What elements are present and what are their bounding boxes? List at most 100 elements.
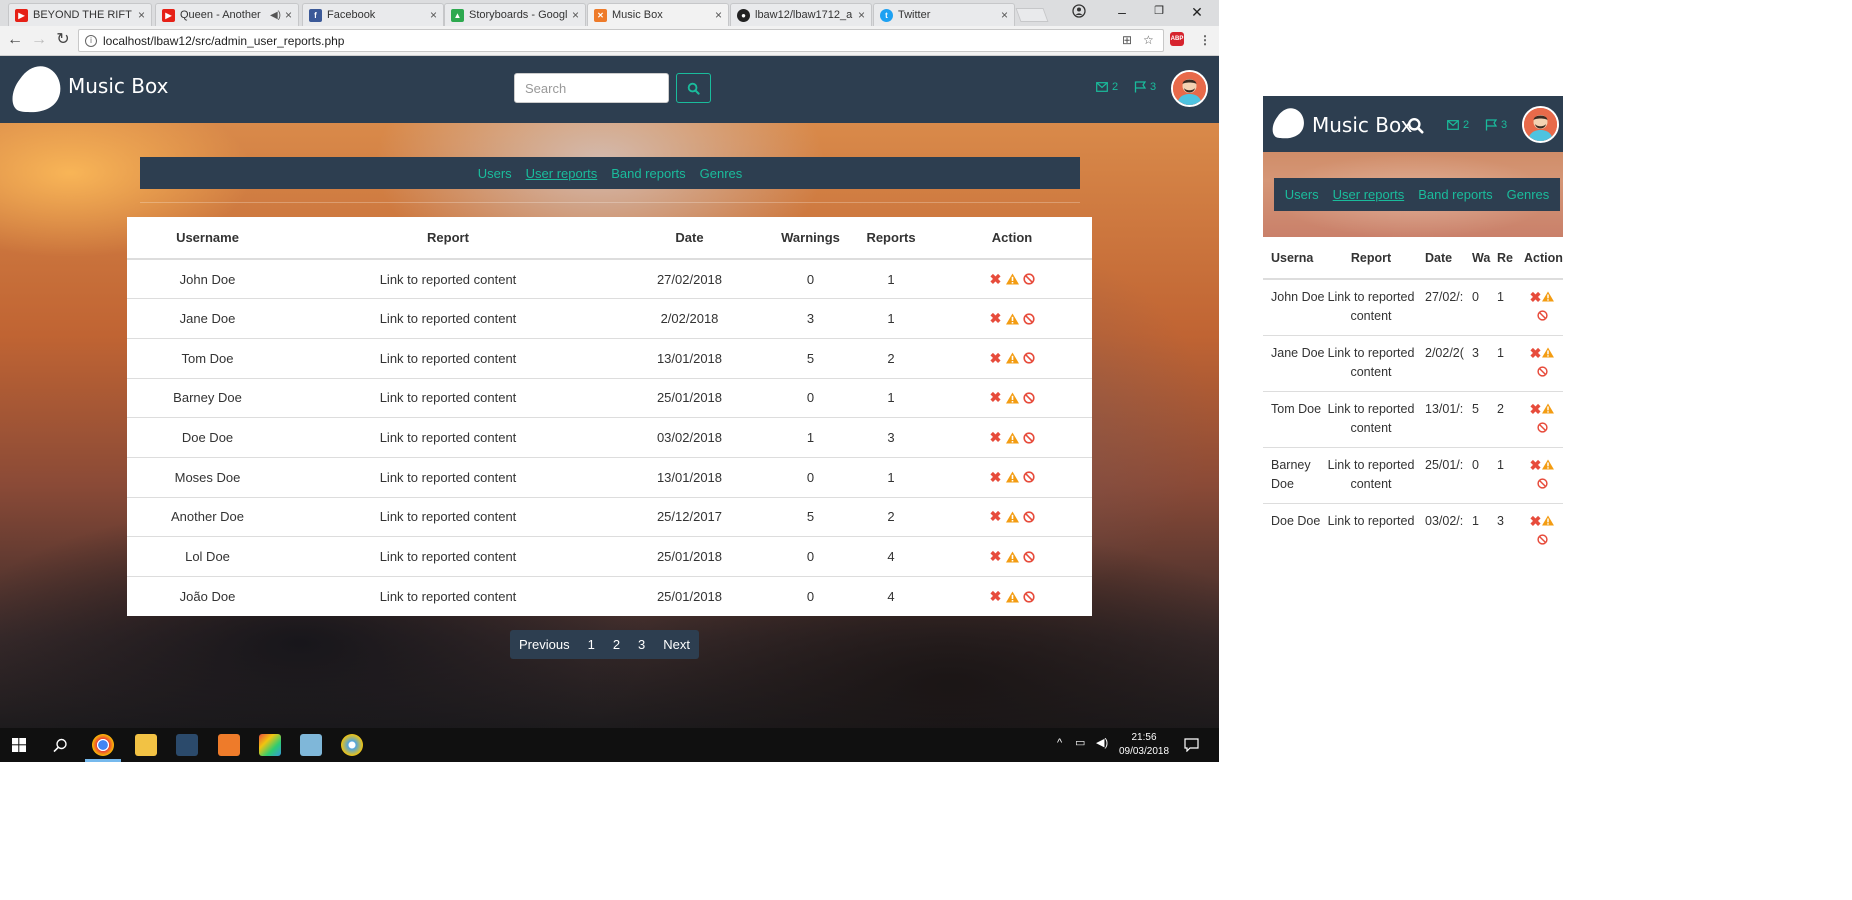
report-link[interactable]: Link to reported content — [1325, 391, 1417, 448]
pagination-page-3[interactable]: 3 — [629, 630, 654, 659]
pagination-previous[interactable]: Previous — [510, 630, 579, 659]
profile-icon[interactable] — [1069, 4, 1089, 21]
ban-icon[interactable] — [1537, 310, 1548, 321]
close-icon[interactable]: × — [138, 8, 145, 22]
browser-tab[interactable]: ▲ Storyboards - Googl × — [444, 3, 586, 26]
search-icon[interactable] — [1407, 117, 1424, 134]
times-icon[interactable]: ✖ — [1530, 457, 1542, 473]
search-input[interactable] — [514, 73, 669, 103]
brand-title[interactable]: Music Box — [68, 74, 168, 98]
close-icon[interactable]: × — [285, 8, 292, 22]
messages-link[interactable]: 2 — [1447, 119, 1469, 131]
messages-link[interactable]: 2 — [1096, 81, 1118, 93]
browser-tab-active[interactable]: ✕ Music Box × — [587, 3, 729, 26]
adblock-icon[interactable]: ABP — [1170, 32, 1184, 46]
pagination-page-1[interactable]: 1 — [579, 630, 604, 659]
subnav-users[interactable]: Users — [478, 166, 512, 181]
reload-icon[interactable]: ↻ — [53, 30, 73, 50]
translate-icon[interactable]: ⊞ — [1122, 33, 1132, 47]
times-icon[interactable]: ✖ — [990, 548, 1002, 565]
warning-icon[interactable] — [1541, 291, 1555, 302]
system-clock[interactable]: 21:56 09/03/2018 — [1112, 731, 1176, 759]
ban-icon[interactable] — [1022, 352, 1035, 364]
ban-icon[interactable] — [1537, 478, 1548, 489]
close-icon[interactable]: × — [858, 8, 865, 22]
col-username[interactable]: Userna — [1263, 237, 1325, 280]
subnav-genres[interactable]: Genres — [700, 166, 743, 181]
report-link[interactable]: Link to reported content — [288, 337, 608, 379]
network-icon[interactable]: ▭ — [1075, 736, 1085, 749]
warning-icon[interactable] — [1005, 432, 1020, 444]
col-report[interactable]: Report — [288, 217, 608, 260]
ban-icon[interactable] — [1022, 551, 1035, 563]
warning-icon[interactable] — [1005, 511, 1020, 523]
speaker-icon[interactable]: ◀) — [270, 10, 281, 21]
col-reports[interactable]: Reports — [850, 217, 932, 260]
notification-center-icon[interactable] — [1184, 738, 1199, 752]
col-report[interactable]: Report — [1325, 237, 1417, 280]
ban-icon[interactable] — [1022, 392, 1035, 404]
notepad-icon[interactable] — [300, 734, 322, 756]
col-reports[interactable]: Re — [1494, 237, 1520, 280]
times-icon[interactable]: ✖ — [990, 350, 1002, 367]
warning-icon[interactable] — [1541, 403, 1555, 414]
times-icon[interactable]: ✖ — [990, 271, 1002, 288]
warning-icon[interactable] — [1541, 515, 1555, 526]
subnav-band-reports[interactable]: Band reports — [1418, 187, 1492, 202]
subnav-user-reports[interactable]: User reports — [1333, 187, 1405, 202]
times-icon[interactable]: ✖ — [1530, 289, 1542, 305]
warning-icon[interactable] — [1541, 347, 1555, 358]
pagination-page-2[interactable]: 2 — [604, 630, 629, 659]
logo-icon[interactable] — [10, 63, 62, 113]
bookmark-star-icon[interactable]: ☆ — [1143, 33, 1154, 47]
reports-link[interactable]: 3 — [1485, 119, 1507, 131]
warning-icon[interactable] — [1541, 459, 1555, 470]
avatar[interactable] — [1171, 70, 1208, 107]
close-icon[interactable]: × — [1001, 8, 1008, 22]
reports-link[interactable]: 3 — [1134, 81, 1156, 93]
xampp-icon[interactable] — [218, 734, 240, 756]
col-username[interactable]: Username — [127, 217, 288, 260]
logo-icon[interactable] — [1271, 106, 1305, 139]
browser-tab[interactable]: ▶ BEYOND THE RIFT St × — [8, 3, 152, 26]
times-icon[interactable]: ✖ — [990, 469, 1002, 486]
subnav-genres[interactable]: Genres — [1507, 187, 1550, 202]
close-window-icon[interactable]: ✕ — [1187, 4, 1207, 21]
warning-icon[interactable] — [1005, 591, 1020, 603]
close-icon[interactable]: × — [715, 8, 722, 22]
chevron-up-icon[interactable]: ^ — [1057, 737, 1062, 749]
col-warnings[interactable]: Warnings — [771, 217, 850, 260]
times-icon[interactable]: ✖ — [1530, 401, 1542, 417]
report-link[interactable]: Link to reported content — [288, 259, 608, 299]
report-link[interactable]: Link to reported content — [288, 536, 608, 577]
report-link[interactable]: Link to reported content — [288, 298, 608, 339]
chrome-icon[interactable] — [92, 734, 114, 756]
close-icon[interactable]: × — [572, 8, 579, 22]
warning-icon[interactable] — [1005, 273, 1020, 285]
browser-tab[interactable]: t Twitter × — [873, 3, 1015, 26]
paint-icon[interactable] — [341, 734, 363, 756]
browser-tab[interactable]: ▶ Queen - Another ◀) × — [155, 3, 299, 26]
pagination-next[interactable]: Next — [654, 630, 699, 659]
report-link[interactable]: Link to reported — [1325, 503, 1417, 559]
ban-icon[interactable] — [1022, 511, 1035, 523]
times-icon[interactable]: ✖ — [990, 588, 1002, 605]
browser-tab[interactable]: ● lbaw12/lbaw1712_a × — [730, 3, 872, 26]
times-icon[interactable]: ✖ — [1530, 345, 1542, 361]
file-explorer-icon[interactable] — [135, 734, 157, 756]
times-icon[interactable]: ✖ — [990, 429, 1002, 446]
col-date[interactable]: Date — [1417, 237, 1469, 280]
restore-icon[interactable]: ❐ — [1149, 4, 1169, 17]
report-link[interactable]: Link to reported content — [288, 496, 608, 537]
ban-icon[interactable] — [1537, 422, 1548, 433]
report-link[interactable]: Link to reported content — [1325, 279, 1417, 336]
brand-title[interactable]: Music Box — [1312, 113, 1412, 137]
col-date[interactable]: Date — [608, 217, 771, 260]
ban-icon[interactable] — [1022, 471, 1035, 483]
warning-icon[interactable] — [1005, 471, 1020, 483]
report-link[interactable]: Link to reported content — [288, 417, 608, 458]
warning-icon[interactable] — [1005, 551, 1020, 563]
times-icon[interactable]: ✖ — [990, 310, 1002, 327]
search-icon[interactable] — [53, 738, 68, 753]
forward-icon[interactable]: → — [29, 30, 49, 50]
